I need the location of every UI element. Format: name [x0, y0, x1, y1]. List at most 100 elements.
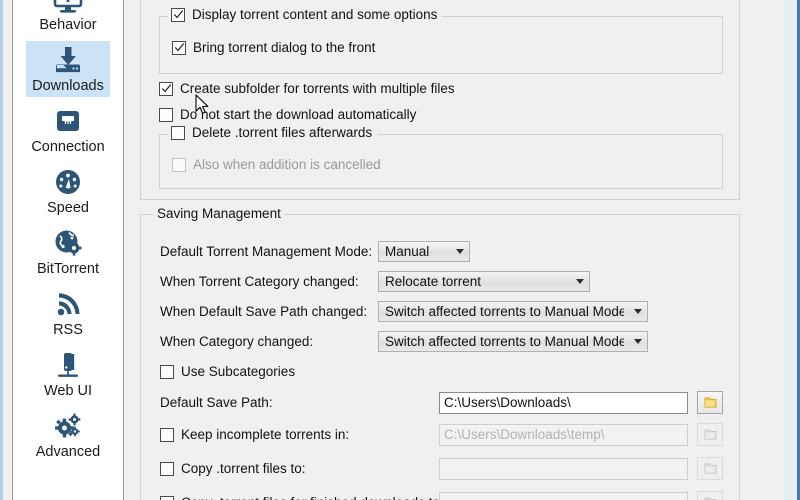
create-subfolder-row[interactable]: Create subfolder for torrents with multi… — [159, 81, 455, 96]
folder-icon — [704, 429, 716, 440]
torrent-category-changed-row: When Torrent Category changed: Relocate … — [160, 271, 590, 292]
folder-icon — [704, 463, 716, 474]
do-not-start-label: Do not start the download automatically — [180, 107, 417, 122]
default-tmm-value: Manual — [385, 244, 430, 259]
keep-incomplete-input: C:\Users\Downloads\temp\ — [439, 423, 688, 446]
sidebar-item-advanced[interactable]: Advanced — [13, 405, 123, 466]
use-subcategories-checkbox[interactable] — [160, 364, 174, 379]
copy-torrent-to-browse-button — [697, 457, 723, 480]
default-save-path-changed-select[interactable]: Switch affected torrents to Manual Mode — [378, 301, 648, 322]
sidebar-item-behavior[interactable]: Behavior — [13, 0, 123, 39]
keep-incomplete-browse-button — [697, 423, 723, 446]
window-border-right-inner — [785, 0, 797, 500]
default-tmm-select[interactable]: Manual — [378, 241, 470, 262]
globe-gear-icon — [51, 226, 85, 260]
default-tmm-label: Default Torrent Management Mode: — [160, 244, 373, 259]
rss-icon — [51, 287, 85, 321]
sidebar-item-rss[interactable]: RSS — [13, 283, 123, 344]
folder-icon — [704, 397, 716, 408]
server-icon — [51, 348, 85, 382]
bring-dialog-front-checkbox[interactable] — [172, 40, 186, 55]
copy-torrent-to-row: Copy .torrent files to: — [160, 457, 730, 480]
check-icon — [161, 84, 171, 93]
sidebar-item-webui[interactable]: Web UI — [13, 344, 123, 405]
display-torrent-content-checkbox-row[interactable]: Display torrent content and some options — [168, 7, 443, 22]
delete-torrent-files-row[interactable]: Delete .torrent files afterwards — [168, 125, 378, 140]
do-not-start-checkbox[interactable] — [159, 107, 173, 122]
check-icon — [174, 43, 184, 52]
copy-finished-to-browse-button — [697, 491, 723, 500]
torrent-category-changed-select[interactable]: Relocate torrent — [378, 271, 590, 292]
also-when-cancelled-checkbox — [172, 157, 186, 172]
delete-torrent-files-checkbox[interactable] — [171, 125, 185, 140]
default-tmm-row: Default Torrent Management Mode: Manual — [160, 241, 470, 262]
sidebar-item-label: BitTorrent — [36, 261, 100, 277]
torrent-category-changed-value: Relocate torrent — [385, 274, 482, 289]
copy-torrent-to-check-row[interactable]: Copy .torrent files to: — [160, 461, 439, 476]
copy-torrent-to-checkbox[interactable] — [160, 461, 174, 476]
saving-management-group: Saving Management Default Torrent Manage… — [140, 206, 740, 500]
keep-incomplete-check-row[interactable]: Keep incomplete torrents in: — [160, 427, 439, 442]
settings-sidebar[interactable]: Behavior Downloads Connection Speed BitT… — [12, 0, 124, 500]
category-changed-row: When Category changed: Switch affected t… — [160, 331, 648, 352]
check-icon — [173, 10, 183, 19]
copy-finished-to-checkbox[interactable] — [160, 495, 174, 500]
copy-finished-to-row: Copy .torrent files for finished downloa… — [160, 491, 730, 500]
sidebar-item-label: Web UI — [43, 383, 93, 399]
when-adding-torrent-group: When adding a torrent Display torrent co… — [140, 0, 740, 200]
group-title-saving-management: Saving Management — [153, 206, 285, 221]
bring-dialog-front-label: Bring torrent dialog to the front — [193, 40, 376, 55]
keep-incomplete-checkbox[interactable] — [160, 427, 174, 442]
network-port-icon — [51, 104, 85, 138]
category-changed-select[interactable]: Switch affected torrents to Manual Mode — [378, 331, 648, 352]
delete-torrent-files-label: Delete .torrent files afterwards — [192, 125, 373, 140]
copy-torrent-to-label: Copy .torrent files to: — [181, 461, 306, 476]
create-subfolder-checkbox[interactable] — [159, 81, 173, 96]
use-subcategories-row[interactable]: Use Subcategories — [160, 364, 295, 379]
default-save-path-row: Default Save Path: C:\Users\Downloads\ — [160, 391, 730, 414]
copy-finished-to-label: Copy .torrent files for finished downloa… — [181, 495, 444, 500]
copy-finished-to-check-row[interactable]: Copy .torrent files for finished downloa… — [160, 495, 444, 500]
bring-dialog-front-row[interactable]: Bring torrent dialog to the front — [172, 40, 375, 55]
sidebar-item-bittorrent[interactable]: BitTorrent — [13, 222, 123, 283]
chevron-down-icon — [634, 339, 642, 344]
speedometer-icon — [51, 165, 85, 199]
copy-torrent-to-input — [439, 457, 688, 480]
sidebar-item-label: Speed — [47, 200, 89, 216]
do-not-start-row[interactable]: Do not start the download automatically — [159, 107, 416, 122]
category-changed-value: Switch affected torrents to Manual Mode — [385, 334, 624, 349]
display-torrent-content-label: Display torrent content and some options — [192, 7, 438, 22]
also-when-cancelled-row: Also when addition is cancelled — [172, 157, 381, 172]
default-save-path-changed-value: Switch affected torrents to Manual Mode — [385, 304, 624, 319]
default-save-path-changed-row: When Default Save Path changed: Switch a… — [160, 301, 648, 322]
default-save-path-changed-label: When Default Save Path changed: — [160, 304, 368, 319]
category-changed-label: When Category changed: — [160, 334, 314, 349]
window-border-left-inner — [3, 0, 4, 500]
gears-icon — [51, 409, 85, 443]
create-subfolder-label: Create subfolder for torrents with multi… — [180, 81, 455, 96]
sidebar-item-label: Behavior — [39, 17, 97, 33]
monitor-icon — [51, 0, 85, 16]
display-content-subgroup: Display torrent content and some options… — [159, 7, 723, 74]
display-torrent-content-checkbox[interactable] — [171, 7, 185, 22]
folder-icon — [704, 497, 716, 500]
default-save-path-label: Default Save Path: — [160, 395, 273, 410]
chevron-down-icon — [634, 309, 642, 314]
sidebar-item-downloads[interactable]: Downloads — [13, 39, 123, 100]
keep-incomplete-row: Keep incomplete torrents in: C:\Users\Do… — [160, 423, 730, 446]
default-save-path-browse-button[interactable] — [697, 391, 723, 414]
keep-incomplete-label: Keep incomplete torrents in: — [181, 427, 350, 442]
sidebar-item-connection[interactable]: Connection — [13, 100, 123, 161]
also-when-cancelled-label: Also when addition is cancelled — [193, 157, 381, 172]
sidebar-item-label: Connection — [31, 139, 105, 155]
sidebar-item-speed[interactable]: Speed — [13, 161, 123, 222]
sidebar-item-label: Downloads — [32, 78, 104, 94]
default-save-path-input[interactable]: C:\Users\Downloads\ — [439, 391, 688, 414]
chevron-down-icon — [456, 249, 464, 254]
sidebar-item-label: RSS — [53, 322, 83, 338]
torrent-category-changed-label: When Torrent Category changed: — [160, 274, 359, 289]
chevron-down-icon — [576, 279, 584, 284]
preferences-window: Behavior Downloads Connection Speed BitT… — [0, 0, 800, 500]
copy-finished-to-input — [439, 491, 688, 500]
download-icon — [51, 43, 85, 77]
